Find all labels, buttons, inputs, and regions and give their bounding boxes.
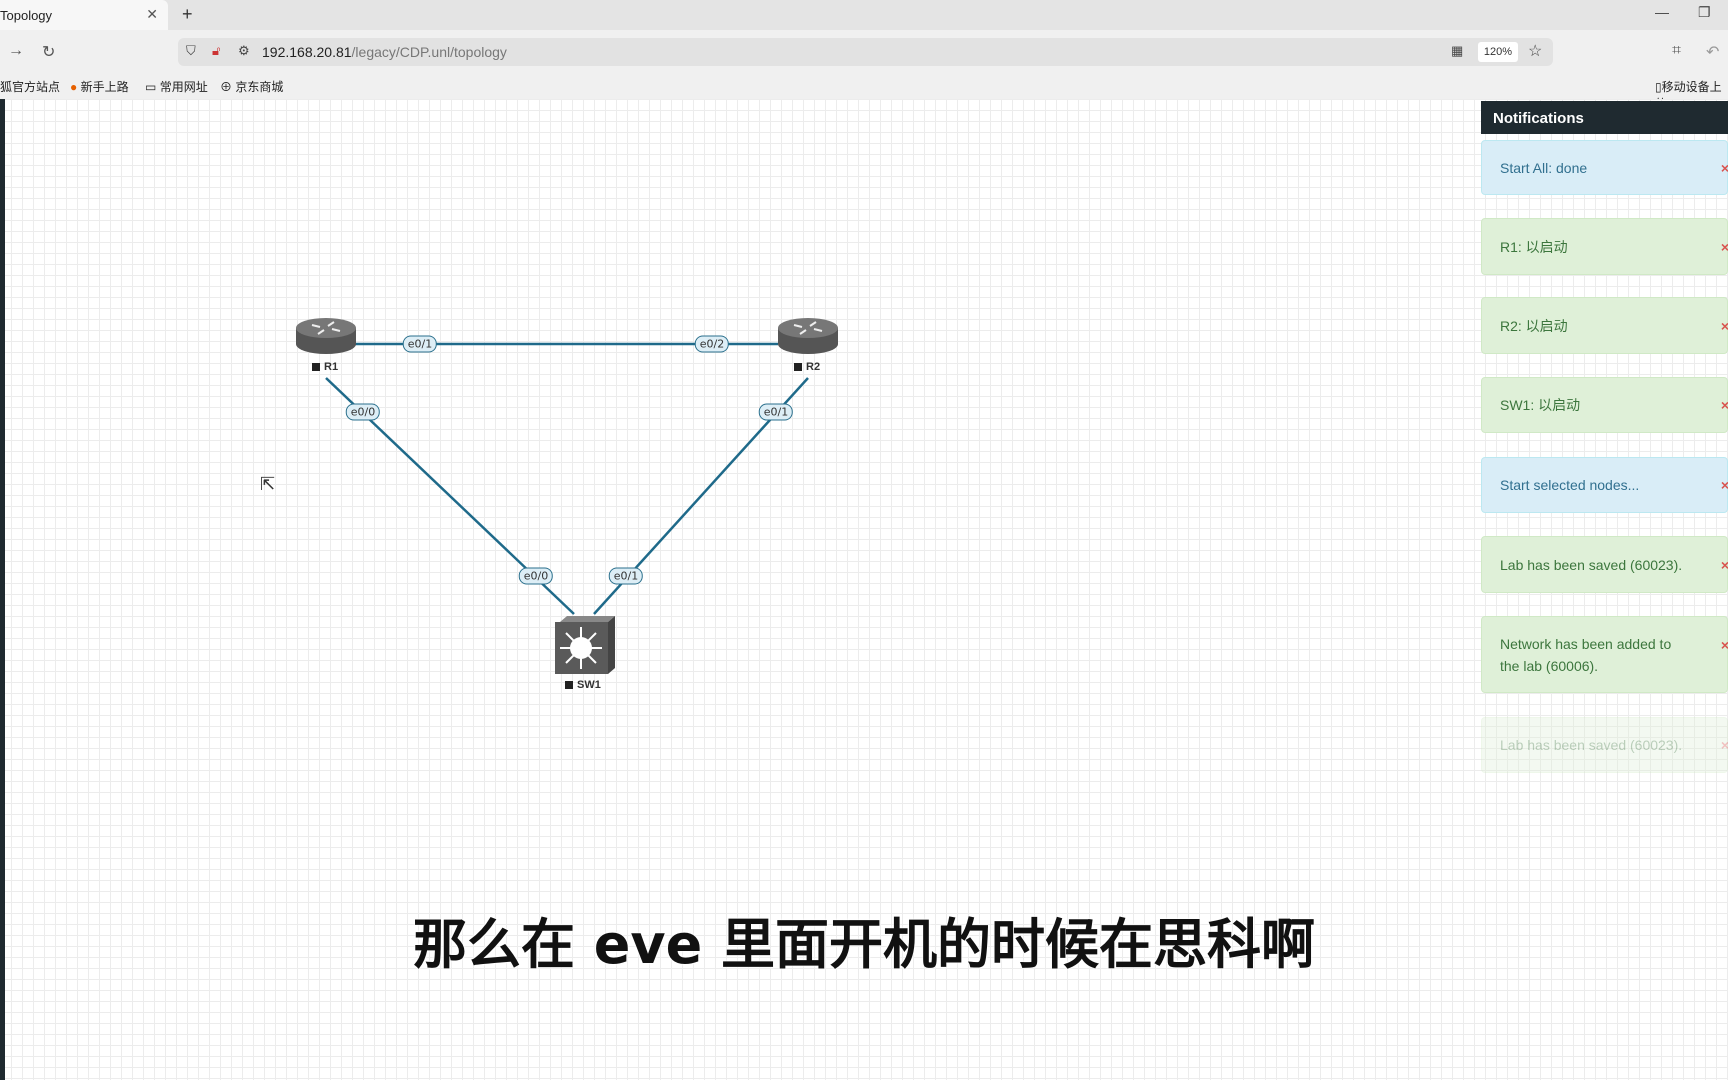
notification-text: Network has been added to the lab (60006… xyxy=(1500,635,1672,674)
notification-text: Lab has been saved (60023). xyxy=(1500,556,1683,573)
port-label: e0/0 xyxy=(518,567,554,585)
close-icon[interactable]: × xyxy=(1721,239,1728,255)
notification-text: R1: 以启动 xyxy=(1500,238,1568,255)
close-icon[interactable]: × xyxy=(1721,737,1728,753)
close-icon[interactable]: × xyxy=(1721,634,1728,656)
mouse-cursor-icon: ⇱ xyxy=(260,474,276,494)
port-label: e0/0 xyxy=(345,403,381,421)
node-label-sw1[interactable]: SW1 xyxy=(565,679,601,691)
notification-item[interactable]: Start selected nodes... × xyxy=(1481,457,1728,513)
notification-item[interactable]: Start All: done × xyxy=(1481,140,1728,195)
notification-text: Lab has been saved (60023). xyxy=(1500,737,1683,753)
notification-text: Start selected nodes... xyxy=(1500,477,1640,493)
notification-text: SW1: 以启动 xyxy=(1500,397,1581,413)
notification-text: R2: 以启动 xyxy=(1500,317,1568,334)
notification-item[interactable]: R2: 以启动 × xyxy=(1481,297,1728,354)
node-label-r1[interactable]: R1 xyxy=(312,361,338,373)
close-icon[interactable]: × xyxy=(1721,557,1728,573)
notifications-panel: Notifications xyxy=(1481,101,1728,134)
node-label-r2[interactable]: R2 xyxy=(794,361,820,373)
switch-icon[interactable] xyxy=(555,616,615,674)
notification-item[interactable]: R1: 以启动 × xyxy=(1481,218,1728,275)
router-icon[interactable] xyxy=(296,318,356,354)
notification-item[interactable]: SW1: 以启动 × xyxy=(1481,377,1728,433)
notification-text: Start All: done xyxy=(1500,159,1588,176)
close-icon[interactable]: × xyxy=(1721,160,1728,176)
video-subtitle: 那么在 eve 里面开机的时候在思科啊 xyxy=(412,913,1316,976)
notification-item[interactable]: Lab has been saved (60023). × xyxy=(1481,536,1728,593)
port-label: e0/1 xyxy=(758,403,794,421)
port-label: e0/1 xyxy=(608,567,644,585)
port-label: e0/1 xyxy=(402,335,438,353)
notification-item[interactable]: Network has been added to the lab (60006… xyxy=(1481,616,1728,693)
notifications-title: Notifications xyxy=(1481,101,1728,134)
notification-item[interactable]: Lab has been saved (60023). × xyxy=(1481,717,1728,773)
close-icon[interactable]: × xyxy=(1721,397,1728,413)
port-label: e0/2 xyxy=(694,335,730,353)
router-icon[interactable] xyxy=(778,318,838,354)
close-icon[interactable]: × xyxy=(1721,318,1728,334)
close-icon[interactable]: × xyxy=(1721,477,1728,493)
